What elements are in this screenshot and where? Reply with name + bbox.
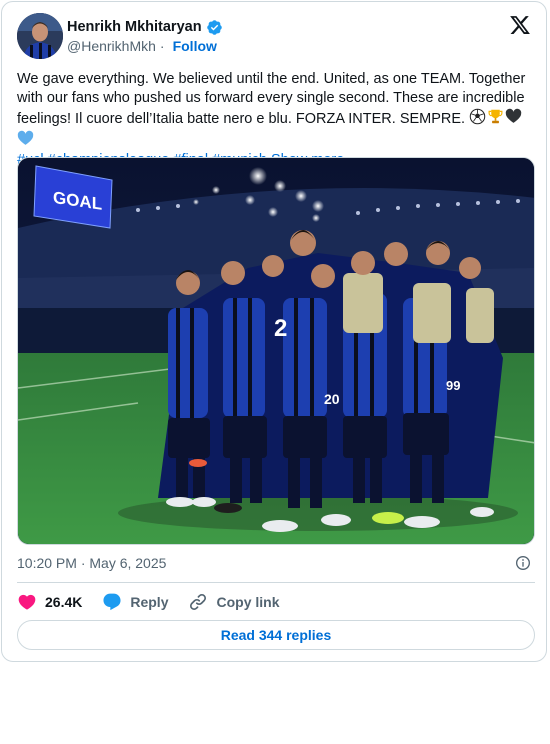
- timestamp[interactable]: 10:20 PM · May 6, 2025: [17, 555, 166, 571]
- tweet-card: Henrikh Mkhitaryan @HenrikhMkh · Follow …: [1, 1, 547, 662]
- svg-text:2: 2: [274, 315, 287, 342]
- avatar-image: [17, 13, 63, 59]
- celebration-photo: GOAL 2 20 99: [18, 158, 534, 544]
- reply-label: Reply: [130, 594, 169, 610]
- svg-text:99: 99: [446, 378, 460, 393]
- handle[interactable]: @HenrikhMkh: [67, 38, 156, 54]
- link-icon: [190, 593, 207, 611]
- handle-row: @HenrikhMkh · Follow: [67, 38, 217, 54]
- like-button[interactable]: 26.4K: [17, 592, 82, 612]
- avatar[interactable]: [17, 13, 63, 59]
- display-name[interactable]: Henrikh Mkhitaryan: [67, 19, 202, 35]
- reply-button[interactable]: Reply: [102, 592, 168, 612]
- name-row: Henrikh Mkhitaryan: [67, 17, 223, 37]
- blue-heart-icon: [17, 130, 34, 145]
- tweet-text: We gave everything. We believed until th…: [17, 70, 533, 170]
- black-heart-icon: [505, 109, 522, 124]
- copy-link-label: Copy link: [216, 594, 280, 610]
- likes-count: 26.4K: [45, 594, 83, 610]
- post-photo[interactable]: GOAL 2 20 99: [17, 157, 535, 545]
- trophy-icon: [488, 110, 503, 124]
- reply-bubble-icon: [103, 593, 121, 611]
- x-logo-icon[interactable]: [509, 14, 531, 36]
- separator-dot: ·: [159, 38, 165, 54]
- heart-icon: [18, 594, 36, 610]
- action-bar: 26.4K Reply Copy link: [17, 590, 300, 614]
- info-icon[interactable]: [515, 555, 531, 571]
- read-replies-button[interactable]: Read 344 replies: [17, 620, 535, 650]
- verified-badge-icon: [206, 19, 222, 35]
- follow-button[interactable]: Follow: [173, 38, 217, 54]
- svg-text:20: 20: [324, 391, 340, 407]
- divider: [17, 582, 535, 583]
- tweet-body: We gave everything. We believed until th…: [17, 71, 526, 128]
- copy-link-button[interactable]: Copy link: [188, 592, 280, 612]
- soccer-ball-icon: [469, 109, 486, 125]
